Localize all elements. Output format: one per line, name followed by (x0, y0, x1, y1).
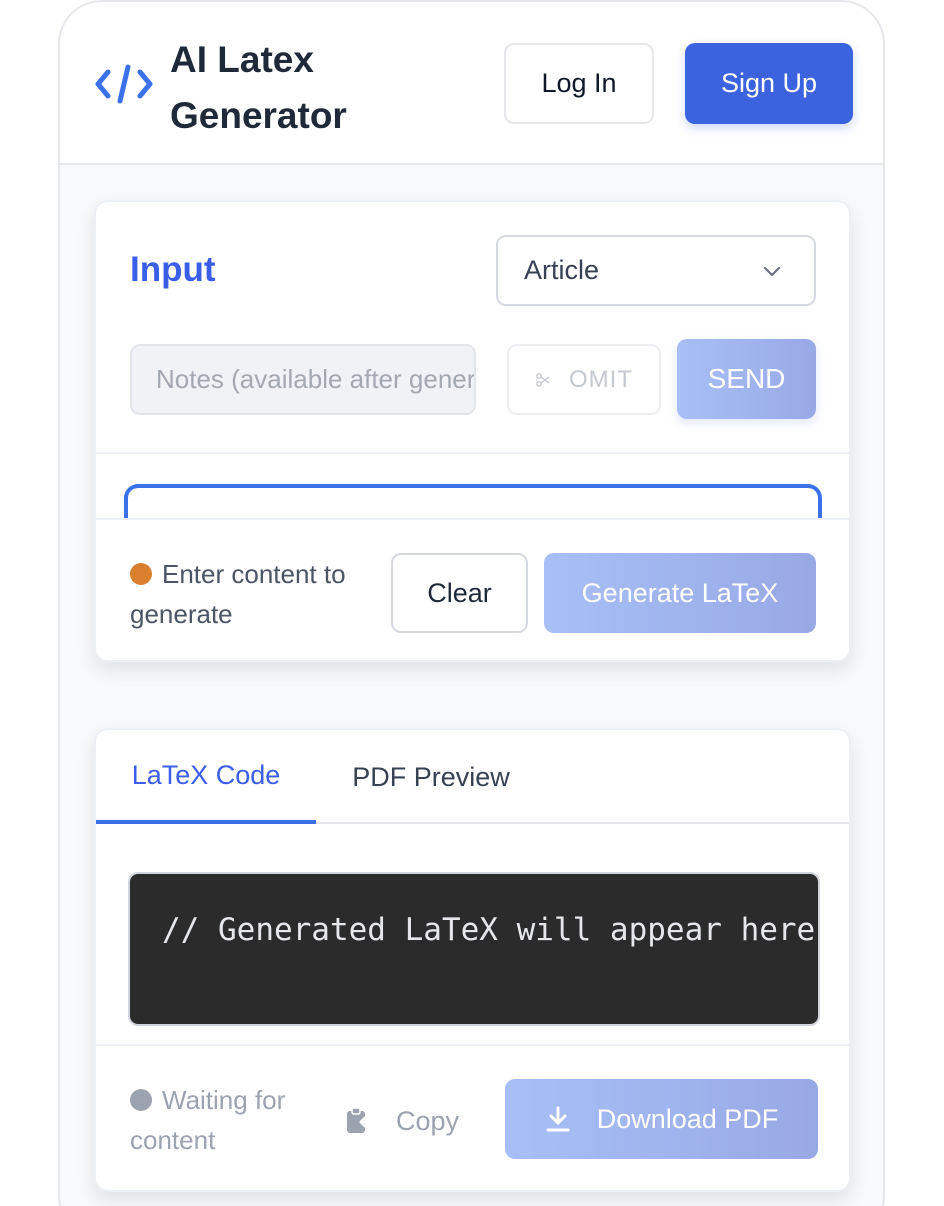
input-panel-title: Input (130, 250, 216, 289)
input-actions-row: Enter content to generate Clear Generate… (96, 518, 849, 660)
download-icon (546, 1106, 570, 1132)
login-button[interactable]: Log In (504, 43, 654, 124)
omit-label: OMIT (569, 365, 633, 393)
output-panel: LaTeX Code PDF Preview // Generated LaTe… (94, 728, 851, 1192)
document-type-value: Article (524, 255, 600, 285)
download-pdf-button[interactable]: Download PDF (505, 1079, 818, 1159)
signup-button[interactable]: Sign Up (685, 43, 853, 124)
output-status: Waiting for content (130, 1080, 340, 1160)
output-status-text: Waiting for content (130, 1085, 286, 1155)
tab-pdf-preview[interactable]: PDF Preview (326, 730, 536, 824)
app-frame: AI Latex Generator Log In Sign Up Input … (58, 0, 885, 1206)
input-status: Enter content to generate (130, 554, 390, 634)
code-brackets-icon (95, 64, 153, 104)
scissors-icon (536, 372, 550, 387)
code-placeholder: // Generated LaTeX will appear here (162, 912, 816, 948)
output-tabs: LaTeX Code PDF Preview (96, 730, 849, 824)
download-label: Download PDF (596, 1103, 779, 1134)
app-header: AI Latex Generator Log In Sign Up (60, 2, 883, 165)
status-dot-icon (130, 1089, 152, 1111)
output-actions-row: Waiting for content Copy Download PDF (96, 1044, 849, 1190)
omit-button[interactable]: OMIT (507, 344, 661, 415)
latex-code-viewer[interactable]: // Generated LaTeX will appear here (128, 872, 820, 1026)
input-status-text: Enter content to generate (130, 559, 346, 629)
clear-button[interactable]: Clear (391, 553, 528, 633)
notes-input[interactable] (130, 344, 476, 415)
app-title: AI Latex Generator (170, 39, 347, 136)
generate-latex-button[interactable]: Generate LaTeX (544, 553, 816, 633)
document-type-select[interactable]: Article (496, 235, 816, 306)
send-button[interactable]: SEND (677, 339, 816, 419)
copy-button[interactable]: Copy (344, 1096, 459, 1146)
tab-latex-code[interactable]: LaTeX Code (96, 730, 316, 824)
copy-label: Copy (396, 1105, 460, 1136)
input-panel: Input Article OMIT SEND Enter content to… (94, 200, 851, 662)
chevron-down-icon (763, 266, 781, 277)
divider (96, 452, 849, 454)
status-dot-icon (130, 563, 152, 585)
clipboard-icon (347, 1107, 370, 1133)
